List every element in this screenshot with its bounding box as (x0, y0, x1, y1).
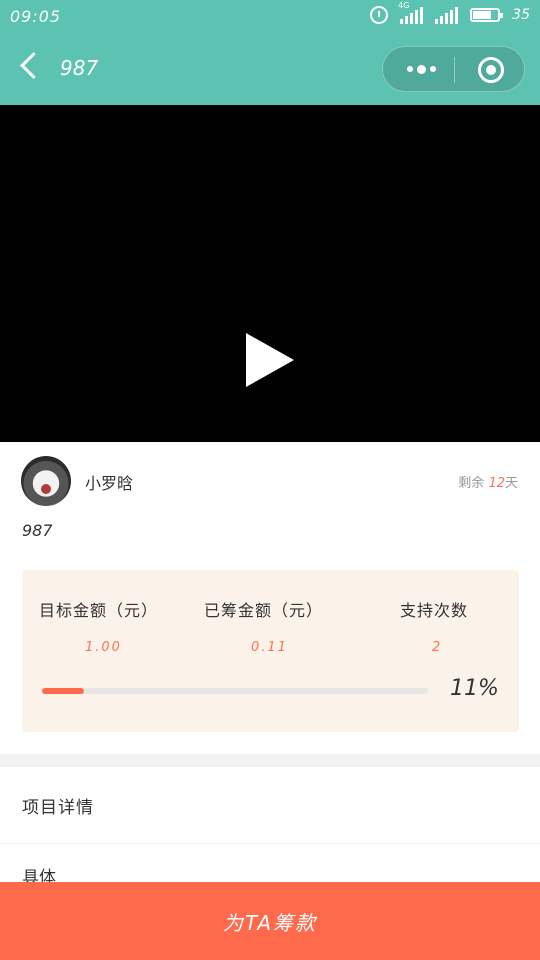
close-miniprogram-icon[interactable] (478, 57, 504, 83)
status-time: 09:05 (10, 7, 62, 26)
remaining-suffix: 天 (504, 476, 518, 491)
raised-amount-value: 0.11 (251, 640, 288, 655)
play-icon[interactable] (246, 333, 294, 387)
target-amount-value: 1.00 (85, 640, 122, 655)
funding-stats-card: 目标金额（元） 已筹金额（元） 支持次数 1.00 0.11 2 11% (22, 570, 519, 732)
alarm-icon (370, 6, 389, 24)
more-icon[interactable] (401, 61, 441, 77)
section-gap (0, 754, 540, 767)
raise-funds-button[interactable]: 为TA筹款 (0, 882, 540, 960)
signal-icon (435, 6, 459, 24)
back-icon[interactable] (20, 52, 47, 79)
battery-level: 35 (512, 7, 530, 23)
target-amount-label: 目标金额（元） (39, 601, 159, 620)
remaining-prefix: 剩余 (458, 476, 489, 491)
project-description: 987 (22, 521, 53, 540)
progress-percent: 11% (450, 676, 499, 701)
signal-4g-icon: 4G (398, 1, 424, 24)
nav-bar: 987 (0, 34, 540, 105)
progress-bar (42, 688, 428, 694)
raised-amount-label: 已筹金额（元） (204, 601, 324, 620)
status-icons: 4G 35 (370, 1, 530, 24)
capsule-divider (454, 57, 455, 83)
avatar[interactable] (21, 456, 71, 506)
supporters-label: 支持次数 (400, 601, 469, 620)
author-name: 小罗晗 (85, 474, 134, 493)
supporters-value: 2 (432, 640, 443, 655)
battery-icon (470, 8, 504, 22)
progress-bar-fill (42, 688, 85, 694)
remaining-days-value: 12 (488, 476, 505, 491)
status-bar: 09:05 4G 35 (0, 0, 540, 34)
remaining-days: 剩余 12天 (458, 472, 518, 491)
divider (0, 843, 540, 844)
network-type: 4G (398, 1, 410, 10)
video-player[interactable] (0, 105, 540, 442)
page-title: 987 (60, 56, 99, 80)
project-details-title: 项目详情 (22, 798, 94, 818)
miniprogram-capsule (382, 46, 525, 92)
